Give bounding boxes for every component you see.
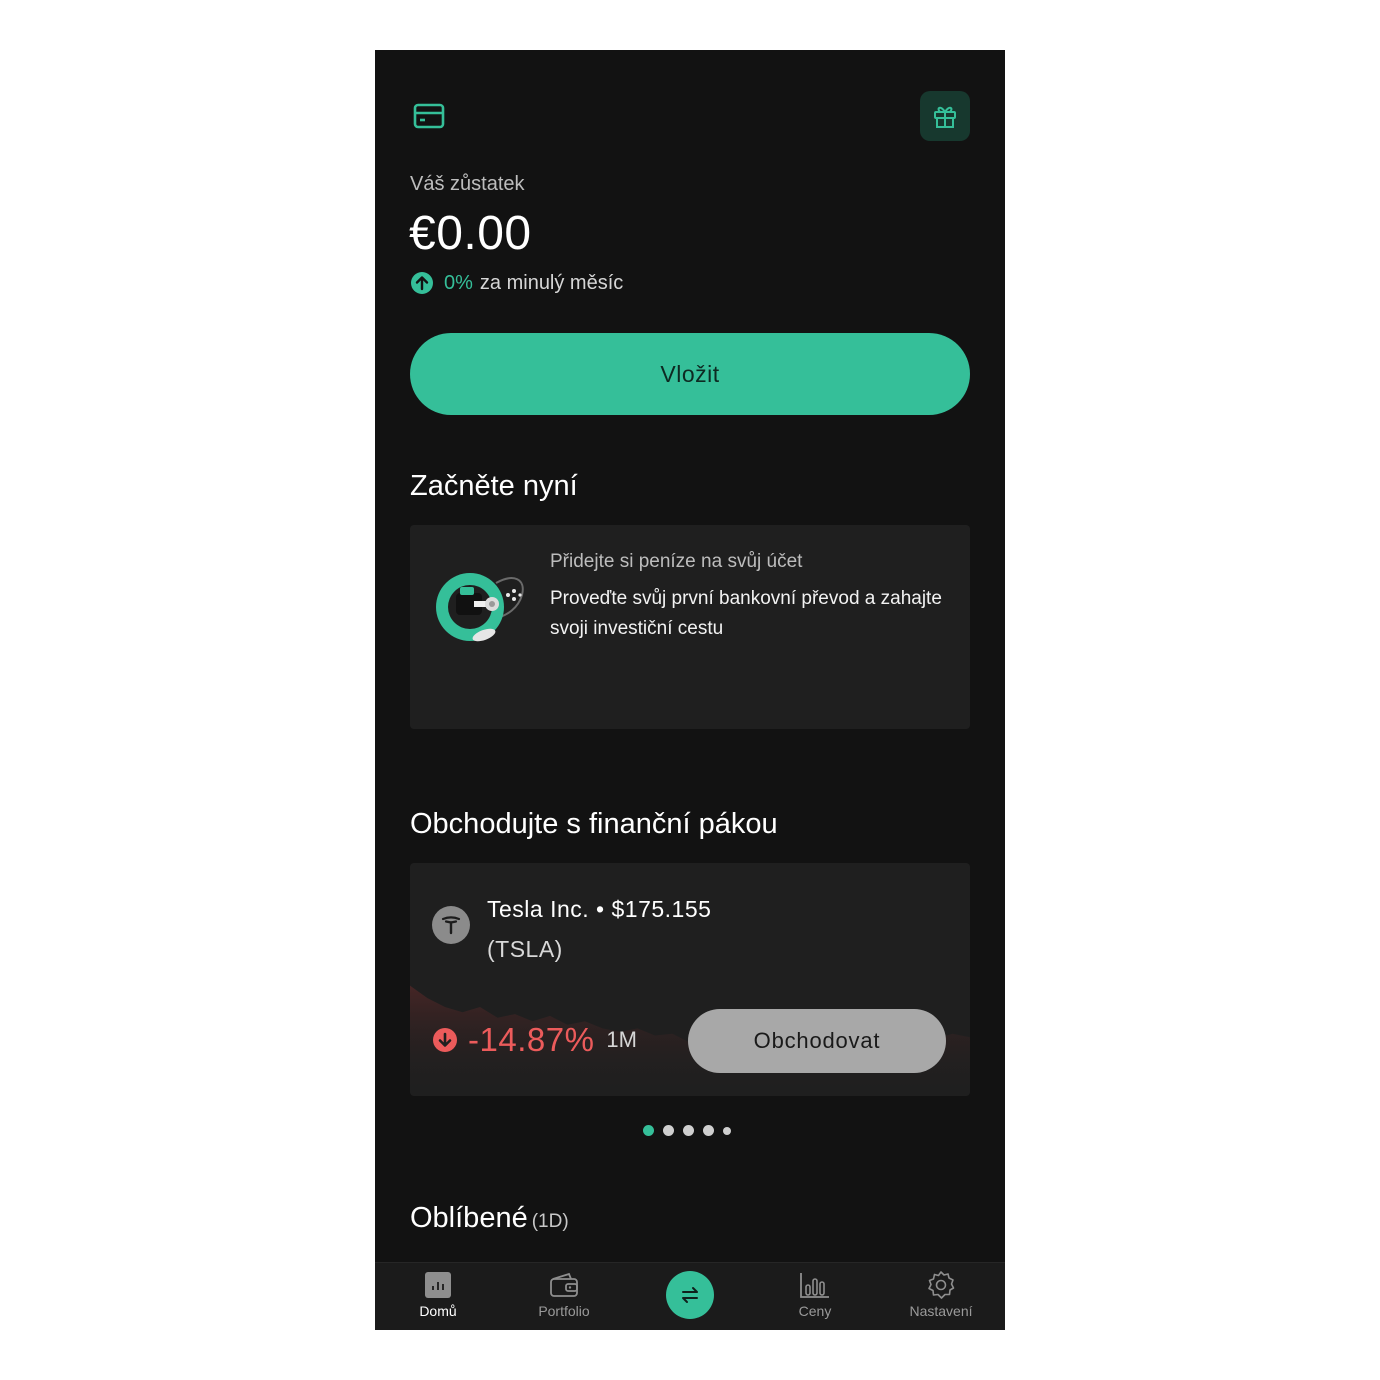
change-period-text: za minulý měsíc [479,271,624,294]
trade-button[interactable]: Obchodovat [688,1009,946,1073]
rewards-button[interactable] [920,91,970,141]
wallet-icon [548,1270,580,1300]
start-section-title: Začněte nyní [410,470,578,502]
nav-prices-label: Ceny [798,1303,832,1319]
carousel-dots[interactable] [643,1125,731,1136]
leverage-section-title: Obchodujte s finanční pákou [410,808,778,840]
leverage-stock-card[interactable]: Tesla Inc. • $175.155 (TSLA) -14.87% 1M … [410,863,970,1096]
nav-portfolio[interactable]: Portfolio [514,1270,614,1319]
nav-home[interactable]: Domů [388,1270,488,1319]
add-money-title: Přidejte si peníze na svůj účet [550,551,803,572]
stock-ticker: (TSLA) [487,936,563,962]
wallet-coin-illustration [434,565,530,649]
stock-performance: -14.87% 1M [432,1021,637,1059]
trade-swap-button[interactable] [666,1271,714,1319]
stock-name: Tesla Inc. • $175.155 [487,896,712,922]
favorites-title: Oblíbené [410,1202,528,1234]
gear-icon [925,1270,957,1300]
price-chart-icon [799,1270,831,1300]
carousel-dot[interactable] [723,1126,731,1135]
add-money-description: Proveďte svůj první bankovní převod a za… [550,588,942,639]
deposit-button[interactable]: Vložit [410,333,970,415]
bar-chart-icon [422,1270,454,1300]
nav-portfolio-label: Portfolio [538,1303,590,1319]
app-screen: Váš zůstatek €0.00 0% za minulý měsíc Vl… [375,50,1005,1330]
carousel-dot[interactable] [643,1125,654,1136]
performance-period: 1M [606,1027,637,1052]
carousel-dot[interactable] [683,1125,694,1136]
carousel-dot[interactable] [663,1125,674,1136]
stock-name-price: Tesla Inc. • $175.155 (TSLA) [487,889,711,969]
bottom-navigation: Domů Portfolio Ceny Nastavení [375,1262,1005,1330]
carousel-dot[interactable] [703,1125,714,1136]
nav-home-label: Domů [419,1303,457,1319]
tesla-logo-icon [432,906,470,944]
balance-label: Váš zůstatek [410,173,525,195]
change-percent: 0% [444,271,473,294]
arrow-up-circle-icon [410,271,434,295]
swap-arrows-icon [679,1284,701,1306]
nav-settings-label: Nastavení [909,1303,973,1319]
arrow-down-circle-icon [432,1027,458,1053]
gift-icon [931,102,959,130]
nav-settings[interactable]: Nastavení [891,1270,991,1319]
favorites-section-title: Oblíbené (1D) [410,1202,569,1235]
balance-change: 0% za minulý měsíc [410,271,623,295]
performance-percent: -14.87% [468,1021,595,1058]
credit-card-icon[interactable] [409,98,449,134]
balance-value: €0.00 [409,207,532,260]
nav-prices[interactable]: Ceny [765,1270,865,1319]
add-money-card[interactable]: Přidejte si peníze na svůj účet Proveďte… [410,525,970,729]
favorites-subtitle: (1D) [531,1211,569,1232]
